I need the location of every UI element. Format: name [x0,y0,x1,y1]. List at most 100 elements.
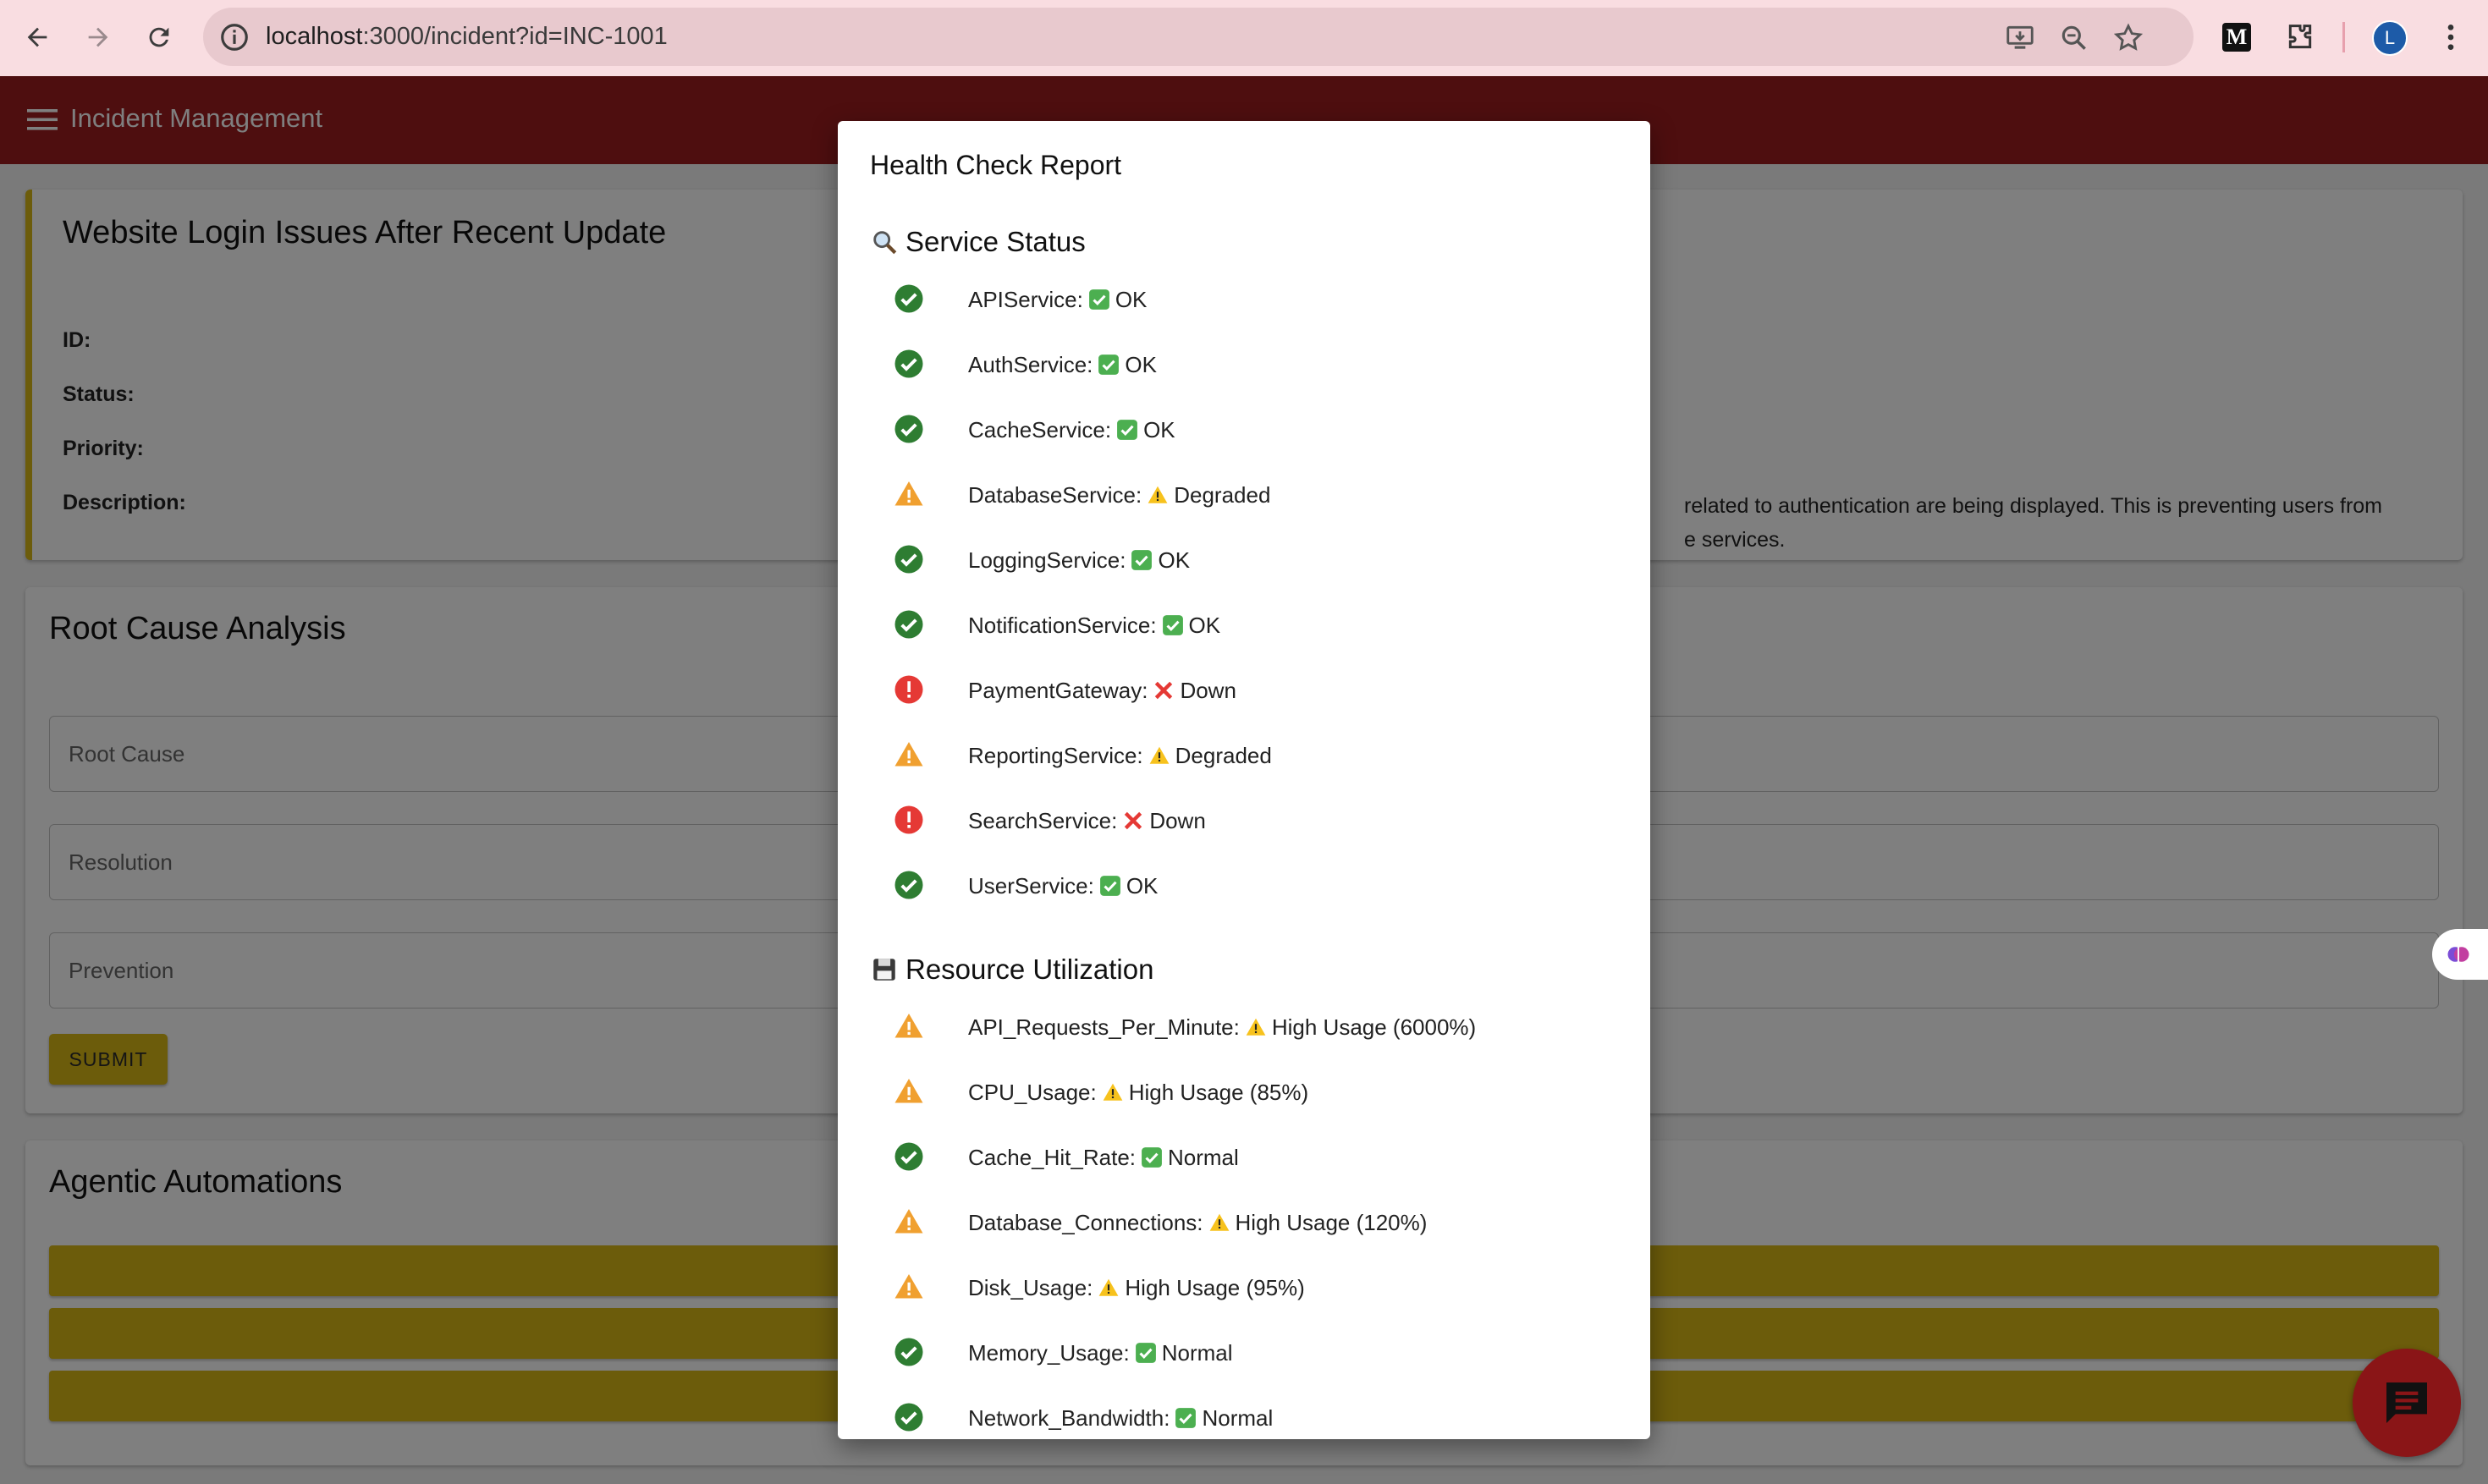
warning-mark-icon [1142,482,1174,508]
status-row-text: DatabaseService: Degraded [968,463,1270,527]
warning-triangle-icon [894,739,924,770]
floppy-disk-icon [873,959,895,981]
profile-avatar[interactable]: L [2372,20,2408,56]
item-name: ReportingService: [968,743,1143,768]
status-row-text: PaymentGateway: Down [968,658,1236,723]
warning-triangle-icon [894,1011,924,1042]
status-row: Disk_Usage: High Usage (95%) [838,1256,1650,1320]
brain-icon [2447,947,2469,962]
check-circle-icon [894,414,924,444]
side-extension-widget[interactable] [2432,929,2488,980]
item-status: OK [1158,547,1191,573]
status-row: CacheService: OK [838,398,1650,462]
status-row: LoggingService: OK [838,528,1650,592]
item-status: Degraded [1174,482,1271,508]
url-path: :3000/incident?id=INC-1001 [362,23,668,50]
item-name: APIService: [968,287,1083,312]
item-name: AuthService: [968,352,1093,377]
item-name: Network_Bandwidth: [968,1405,1170,1431]
status-row-text: LoggingService: OK [968,528,1190,592]
item-name: Memory_Usage: [968,1340,1130,1366]
arrow-left-icon [27,27,47,47]
check-mark-icon [1111,417,1143,442]
status-row: DatabaseService: Degraded [838,463,1650,527]
resource-utilization-title: Resource Utilization [905,954,1154,985]
check-mark-icon [1093,352,1125,377]
status-row: PaymentGateway: Down [838,658,1650,723]
item-name: CacheService: [968,417,1112,442]
item-name: PaymentGateway: [968,678,1148,703]
forward-button[interactable] [80,19,117,56]
item-status: OK [1188,613,1221,638]
warning-triangle-icon [894,1206,924,1237]
item-status: Down [1149,808,1206,833]
status-row: CPU_Usage: High Usage (85%) [838,1060,1650,1124]
check-circle-icon [894,1402,924,1432]
arrow-right-icon [88,27,108,47]
status-row: Database_Connections: High Usage (120%) [838,1190,1650,1255]
item-status: High Usage (95%) [1125,1275,1305,1300]
status-row: UserService: OK [838,854,1650,918]
check-mark-icon [1094,873,1126,899]
service-status-heading: Service Status [870,226,1086,258]
item-name: NotificationService: [968,613,1157,638]
toolbar-divider [2342,22,2345,52]
url-text[interactable]: localhost:3000/incident?id=INC-1001 [266,8,668,66]
status-row-text: Network_Bandwidth: Normal [968,1386,1273,1439]
bookmark-star-icon[interactable] [2112,22,2144,54]
check-circle-icon [894,1141,924,1172]
item-status: High Usage (120%) [1235,1210,1428,1235]
check-circle-icon [894,544,924,574]
status-row-text: AuthService: OK [968,333,1157,397]
chat-fab-button[interactable] [2353,1349,2461,1457]
chat-icon [2386,1382,2427,1423]
status-row: ReportingService: Degraded [838,723,1650,788]
medium-extension-icon[interactable]: M [2222,23,2251,52]
status-row: NotificationService: OK [838,593,1650,657]
warning-triangle-icon [894,479,924,509]
check-mark-icon [1136,1145,1168,1170]
magnifier-icon [873,231,897,255]
status-row-text: API_Requests_Per_Minute: High Usage (6000… [968,995,1476,1059]
item-status: Normal [1202,1405,1274,1431]
cross-mark-icon [1117,808,1149,833]
status-row: Memory_Usage: Normal [838,1321,1650,1385]
item-status: High Usage (85%) [1128,1080,1309,1105]
status-row-text: CPU_Usage: High Usage (85%) [968,1060,1308,1124]
status-row-text: Disk_Usage: High Usage (95%) [968,1256,1305,1320]
item-status: Normal [1161,1340,1233,1366]
cross-mark-icon [1148,678,1180,703]
more-menu-icon[interactable] [2434,20,2468,54]
check-mark-icon [1130,1340,1162,1366]
check-mark-icon [1157,613,1189,638]
extensions-puzzle-icon[interactable] [2283,20,2317,54]
status-row: APIService: OK [838,267,1650,332]
status-row: Network_Bandwidth: Normal [838,1386,1650,1439]
warning-triangle-icon [894,1076,924,1107]
back-button[interactable] [19,19,56,56]
warning-mark-icon [1097,1080,1129,1105]
dialog-title: Health Check Report [870,150,1122,180]
item-name: Disk_Usage: [968,1275,1093,1300]
item-status: OK [1125,352,1157,377]
site-info-icon[interactable] [218,21,250,53]
warning-mark-icon [1093,1275,1125,1300]
check-circle-icon [894,1337,924,1367]
url-host: localhost [266,23,363,50]
status-row-text: CacheService: OK [968,398,1175,462]
install-app-icon[interactable] [2004,22,2036,54]
item-name: DatabaseService: [968,482,1142,508]
status-row-text: ReportingService: Degraded [968,723,1272,788]
service-status-title: Service Status [905,226,1086,257]
warning-mark-icon [1143,743,1175,768]
check-mark-icon [1083,287,1115,312]
resource-utilization-heading: Resource Utilization [870,954,1153,986]
status-row-text: UserService: OK [968,854,1158,918]
check-circle-icon [894,349,924,379]
zoom-icon[interactable] [2058,22,2090,54]
address-bar[interactable]: localhost:3000/incident?id=INC-1001 [203,8,2194,66]
item-status: Degraded [1175,743,1272,768]
item-status: Down [1180,678,1236,703]
reload-button[interactable] [140,19,178,56]
status-row: AuthService: OK [838,333,1650,397]
